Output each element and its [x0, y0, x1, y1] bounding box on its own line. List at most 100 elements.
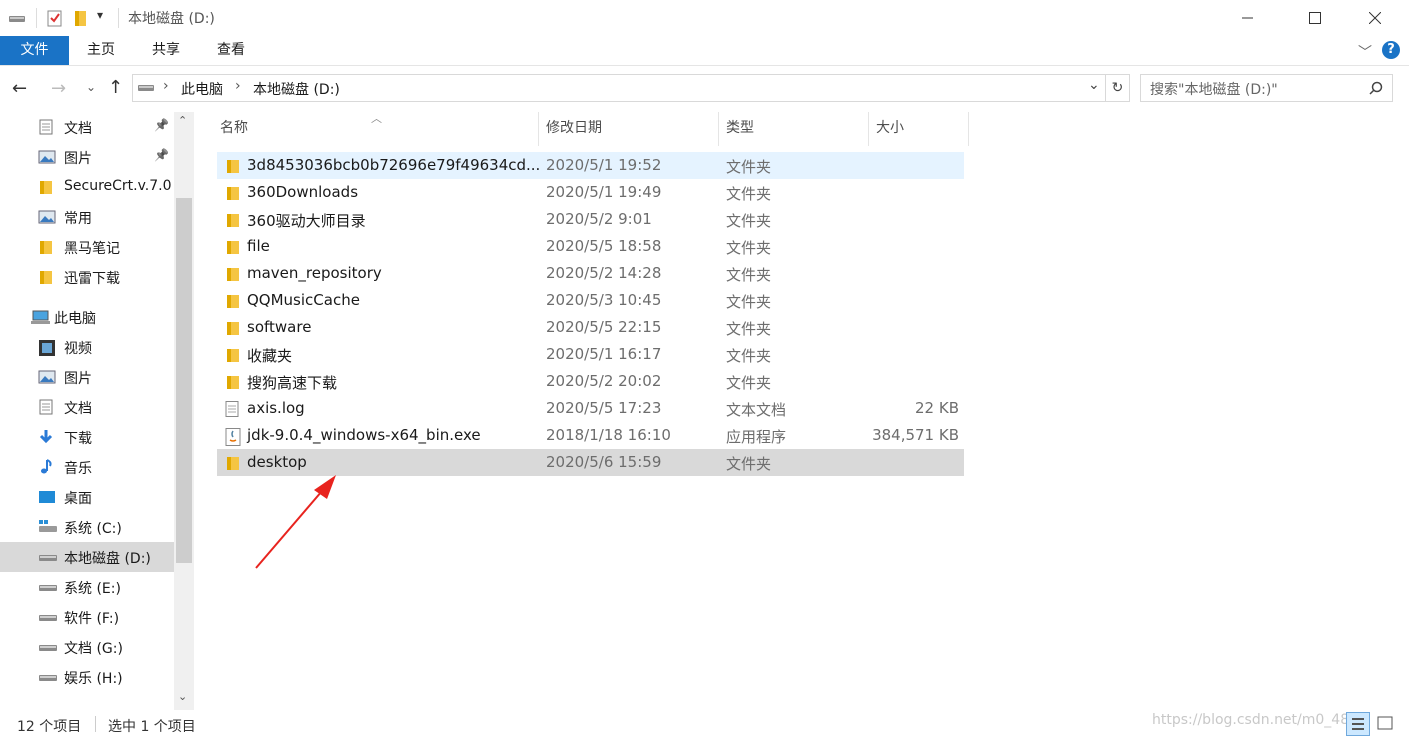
file-type: 文件夹: [726, 455, 772, 473]
sidebar-item[interactable]: 下载: [0, 422, 174, 452]
sidebar-item-label: SecureCrt.v.7.0: [64, 178, 172, 194]
file-size: 22 KB: [915, 399, 959, 417]
tab-home[interactable]: 主页: [78, 36, 124, 65]
folder-icon: [38, 269, 56, 285]
properties-icon[interactable]: [47, 9, 63, 27]
folder-icon: [225, 266, 239, 281]
file-type: 文本文档: [726, 401, 787, 419]
file-row[interactable]: maven_repository 2020/5/2 14:28 文件夹: [217, 260, 964, 287]
file-row[interactable]: 360驱动大师目录 2020/5/2 9:01 文件夹: [217, 206, 964, 233]
file-date: 2020/5/2 20:02: [546, 372, 662, 390]
scroll-down-chevron-icon[interactable]: ⌄: [178, 690, 187, 703]
sidebar-item[interactable]: 文档 📌: [0, 112, 174, 142]
scrollbar-thumb[interactable]: [176, 198, 192, 563]
tab-view[interactable]: 查看: [208, 36, 254, 65]
sidebar-item-label: 音乐: [64, 461, 92, 477]
scroll-up-chevron-icon[interactable]: ⌃: [178, 114, 187, 127]
file-row[interactable]: 收藏夹 2020/5/1 16:17 文件夹: [217, 341, 964, 368]
drive-icon[interactable]: [8, 10, 26, 26]
tab-share[interactable]: 共享: [143, 36, 189, 65]
sidebar-item[interactable]: 本地磁盘 (D:): [0, 542, 174, 572]
sidebar-item[interactable]: 黑马笔记: [0, 232, 174, 262]
sidebar-item[interactable]: 此电脑: [0, 302, 174, 332]
sidebar-item[interactable]: 音乐: [0, 452, 174, 482]
column-header-type[interactable]: 类型: [718, 112, 869, 146]
sidebar-item[interactable]: 文档 (G:): [0, 632, 174, 662]
file-row[interactable]: jdk-9.0.4_windows-x64_bin.exe 2018/1/18 1…: [217, 422, 964, 449]
file-row[interactable]: 3d8453036bcb0b72696e79f49634cd... 2020/5/…: [217, 152, 964, 179]
sidebar-item[interactable]: 系统 (E:): [0, 572, 174, 602]
search-input[interactable]: 搜索"本地磁盘 (D:)": [1140, 74, 1393, 102]
details-view-button[interactable]: [1346, 712, 1370, 736]
file-date: 2020/5/1 19:49: [546, 183, 662, 201]
item-count: 12 个项目: [17, 719, 82, 735]
breadcrumb-drive-d[interactable]: 本地磁盘 (D:): [253, 79, 340, 99]
title-bar: ▾ 本地磁盘 (D:): [0, 0, 1409, 36]
file-row[interactable]: 360Downloads 2020/5/1 19:49 文件夹: [217, 179, 964, 206]
large-icons-view-button[interactable]: [1374, 712, 1398, 736]
sidebar-item[interactable]: 桌面: [0, 482, 174, 512]
drive-icon: [38, 669, 57, 685]
column-header-name[interactable]: 名称: [212, 112, 539, 146]
file-name: 3d8453036bcb0b72696e79f49634cd...: [247, 156, 541, 174]
back-arrow-icon[interactable]: ←: [12, 78, 27, 99]
help-icon[interactable]: ?: [1382, 41, 1400, 59]
file-row[interactable]: 搜狗高速下载 2020/5/2 20:02 文件夹: [217, 368, 964, 395]
file-name: 收藏夹: [247, 347, 293, 365]
sidebar-item[interactable]: 系统 (C:): [0, 512, 174, 542]
pin-icon[interactable]: 📌: [154, 148, 169, 162]
drive-icon: [38, 579, 57, 595]
navigation-pane-scrollbar[interactable]: ⌃ ⌄: [174, 112, 194, 710]
close-icon: [1369, 12, 1381, 24]
sidebar-item-label: 迅雷下载: [64, 271, 120, 287]
file-name: software: [247, 318, 312, 336]
sidebar-item[interactable]: 娱乐 (H:): [0, 662, 174, 692]
up-arrow-icon[interactable]: ↑: [108, 77, 123, 98]
file-date: 2020/5/6 15:59: [546, 453, 662, 471]
sidebar-item-label: 此电脑: [54, 311, 96, 327]
close-button[interactable]: [1352, 0, 1398, 36]
file-name: maven_repository: [247, 264, 382, 282]
file-type: 文件夹: [726, 212, 772, 230]
sidebar-item-label: 娱乐 (H:): [64, 671, 123, 687]
address-dropdown-chevron-icon[interactable]: ⌄: [1088, 77, 1100, 93]
minimize-button[interactable]: [1225, 0, 1271, 36]
column-header-date[interactable]: 修改日期: [538, 112, 719, 146]
column-header-size[interactable]: 大小: [868, 112, 969, 146]
folder-icon: [225, 158, 239, 173]
sidebar-item[interactable]: 文档: [0, 392, 174, 422]
navigation-bar: ← → ⌄ ↑ › 此电脑 › 本地磁盘 (D:) ⌄ ↻ 搜索"本地磁盘 (D…: [0, 70, 1409, 108]
folder-icon: [225, 185, 239, 200]
file-row[interactable]: axis.log 2020/5/5 17:23 文本文档 22 KB: [217, 395, 964, 422]
sidebar-item[interactable]: 常用: [0, 202, 174, 232]
file-name: desktop: [247, 453, 307, 471]
sidebar-item[interactable]: 图片 📌: [0, 142, 174, 172]
recent-locations-chevron-icon[interactable]: ⌄: [86, 80, 96, 94]
address-bar[interactable]: › 此电脑 › 本地磁盘 (D:) ⌄: [132, 74, 1106, 102]
picture-icon: [38, 149, 56, 165]
divider: [36, 8, 37, 28]
sidebar-item-label: 图片: [64, 151, 92, 167]
forward-arrow-icon[interactable]: →: [51, 78, 66, 99]
sidebar-item-label: 常用: [64, 211, 92, 227]
sidebar-item[interactable]: SecureCrt.v.7.0: [0, 172, 174, 202]
file-row[interactable]: software 2020/5/5 22:15 文件夹: [217, 314, 964, 341]
pin-icon[interactable]: 📌: [154, 118, 169, 132]
expand-ribbon-chevron-icon[interactable]: ﹀: [1358, 42, 1372, 62]
tab-file[interactable]: 文件: [0, 36, 69, 65]
file-name: file: [247, 237, 270, 255]
file-row[interactable]: file 2020/5/5 18:58 文件夹: [217, 233, 964, 260]
sidebar-item[interactable]: 迅雷下载: [0, 262, 174, 292]
file-row[interactable]: QQMusicCache 2020/5/3 10:45 文件夹: [217, 287, 964, 314]
maximize-button[interactable]: [1292, 0, 1338, 36]
sidebar-item[interactable]: 视频: [0, 332, 174, 362]
sidebar-item-label: 视频: [64, 341, 92, 357]
quick-access-dropdown[interactable]: ▾: [97, 8, 103, 22]
file-type: 文件夹: [726, 374, 772, 392]
sidebar-item[interactable]: 图片: [0, 362, 174, 392]
sidebar-item[interactable]: 软件 (F:): [0, 602, 174, 632]
new-folder-icon[interactable]: [73, 9, 89, 27]
breadcrumb-this-pc[interactable]: 此电脑: [181, 79, 223, 99]
refresh-icon[interactable]: ↻: [1106, 74, 1130, 102]
status-bar: 12 个项目 选中 1 个项目 https://blog.csdn.net/m0…: [0, 710, 1409, 738]
